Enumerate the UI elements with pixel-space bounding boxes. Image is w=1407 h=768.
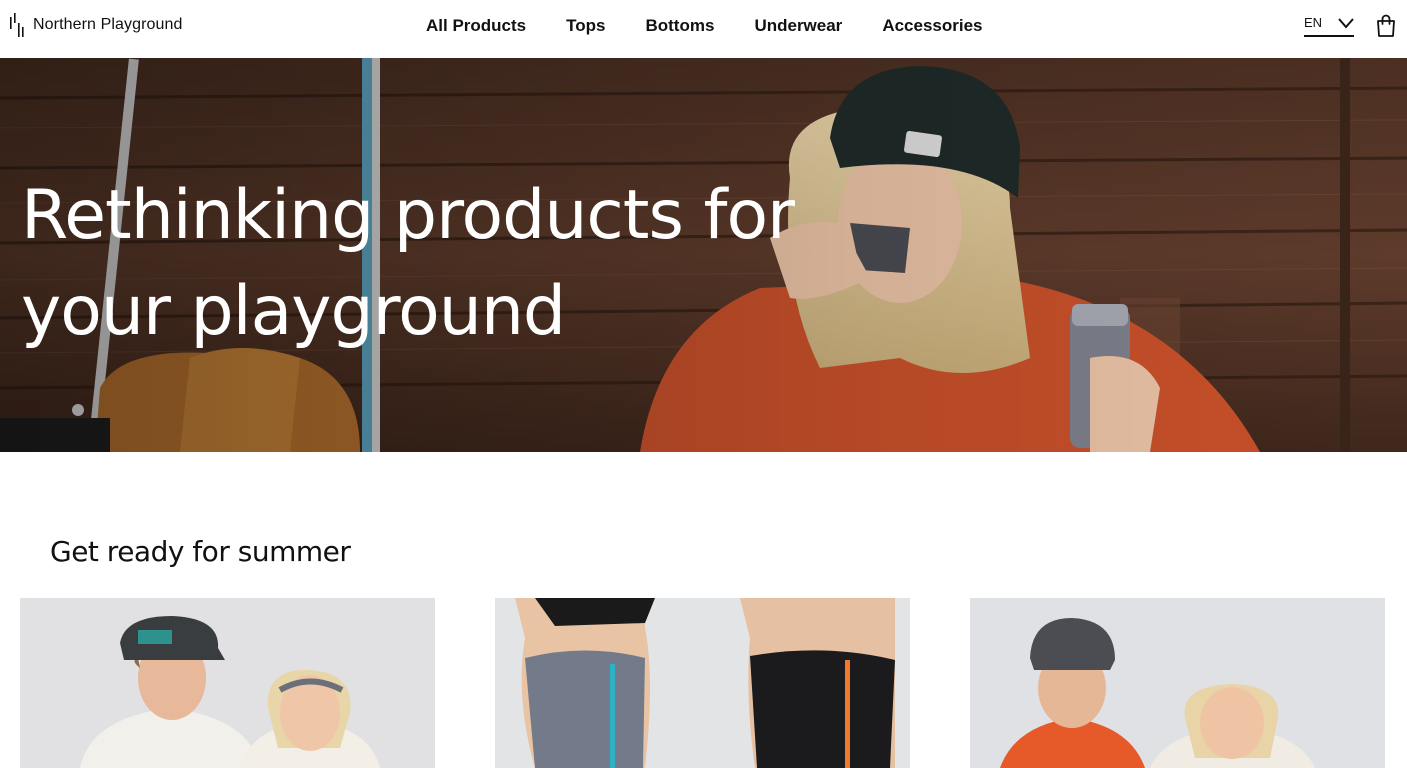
hero-banner: Rethinking products for your playground (0, 58, 1407, 452)
product-card-1[interactable] (20, 598, 435, 768)
main-nav: All Products Tops Bottoms Underwear Acce… (426, 16, 983, 36)
hero-title-line-2: your playground (21, 272, 566, 351)
cart-button[interactable] (1376, 14, 1396, 37)
brand-name: Northern Playground (33, 16, 183, 33)
product-card-2[interactable] (495, 598, 910, 768)
site-header: Northern Playground All Products Tops Bo… (0, 0, 1407, 58)
bars-logo-icon (10, 13, 24, 37)
nav-item-underwear[interactable]: Underwear (754, 16, 842, 36)
nav-item-bottoms[interactable]: Bottoms (645, 16, 714, 36)
brand-logo[interactable]: Northern Playground (9, 13, 183, 37)
nav-item-accessories[interactable]: Accessories (882, 16, 982, 36)
product-image-2 (495, 598, 910, 768)
nav-item-all-products[interactable]: All Products (426, 16, 526, 36)
language-label: EN (1304, 15, 1323, 30)
hero-title-line-1: Rethinking products for (21, 176, 795, 255)
chevron-down-icon (1338, 18, 1354, 29)
product-card-3[interactable] (970, 598, 1385, 768)
product-image-1 (20, 598, 435, 768)
shopping-bag-icon (1377, 14, 1395, 37)
section-title: Get ready for summer (50, 535, 351, 568)
language-selector[interactable]: EN (1304, 15, 1354, 37)
product-image-3 (970, 598, 1385, 768)
hero-title: Rethinking products for your playground (21, 168, 921, 360)
nav-item-tops[interactable]: Tops (566, 16, 605, 36)
